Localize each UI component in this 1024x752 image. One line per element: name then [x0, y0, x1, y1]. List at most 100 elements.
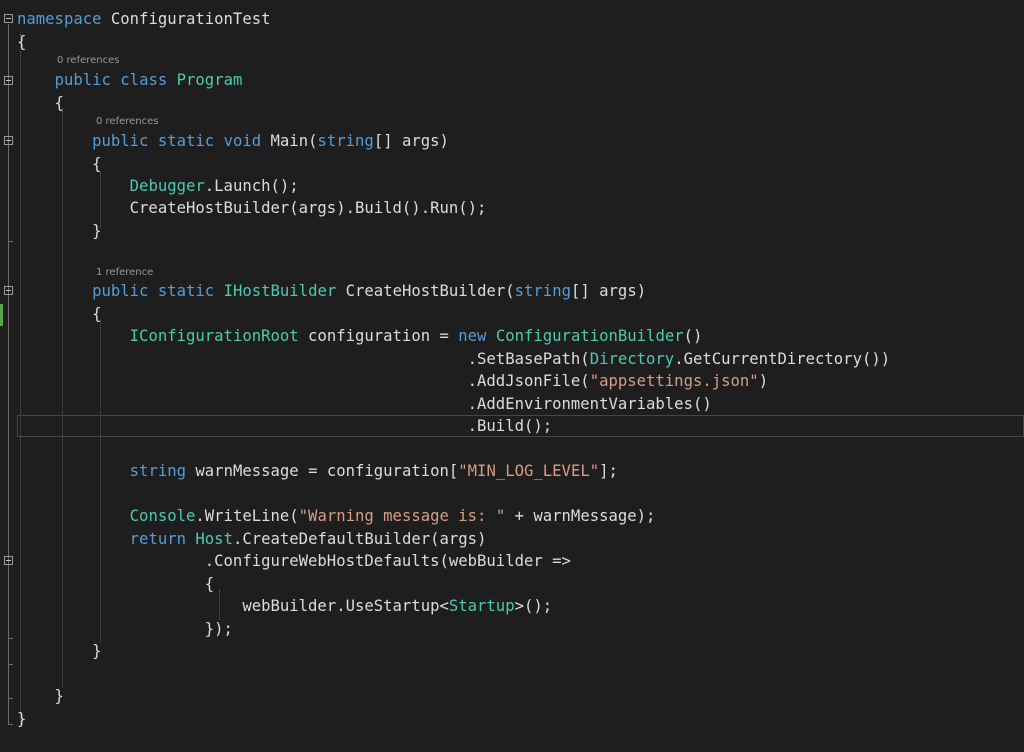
code-token: + warnMessage);	[505, 507, 656, 525]
code-token: {	[17, 305, 102, 323]
collapse-namespace-icon[interactable]	[4, 14, 13, 23]
code-token: namespace	[17, 10, 102, 28]
code-token: Debugger	[129, 177, 205, 195]
code-token: {	[17, 33, 27, 51]
code-token: ConfigurationTest	[101, 10, 271, 28]
code-token: .GetCurrentDirectory())	[674, 350, 891, 368]
code-token: .CreateDefaultBuilder(args)	[232, 530, 487, 548]
codelens-createhostbuilder-references[interactable]: 1 reference	[96, 266, 153, 280]
code-token: });	[17, 620, 233, 638]
code-token: "MIN_LOG_LEVEL"	[458, 462, 600, 480]
code-token: static	[157, 132, 215, 150]
code-token: .AddJsonFile(	[17, 372, 590, 390]
change-tracking-mark	[0, 304, 3, 326]
fold-guide	[8, 566, 9, 638]
code-line[interactable]: .Build();	[17, 415, 553, 437]
code-token: configuration =	[298, 327, 459, 345]
code-token: .WriteLine(	[195, 507, 299, 525]
code-token: public	[92, 282, 149, 300]
code-token: ConfigurationBuilder	[495, 327, 684, 345]
fold-end-tick	[8, 241, 13, 242]
code-token: [] args)	[570, 282, 647, 300]
code-line[interactable]: .SetBasePath(Directory.GetCurrentDirecto…	[17, 348, 891, 370]
code-line[interactable]: Console.WriteLine("Warning message is: "…	[17, 505, 656, 527]
code-token: }	[17, 222, 102, 240]
collapse-class-icon[interactable]	[4, 76, 13, 85]
code-line[interactable]: });	[17, 618, 233, 640]
code-token: {	[17, 575, 215, 593]
code-line[interactable]: {	[17, 31, 26, 53]
code-line[interactable]: {	[17, 153, 102, 175]
collapse-main-method-icon[interactable]	[4, 136, 13, 145]
code-token: }	[17, 642, 102, 660]
codelens-class-references[interactable]: 0 references	[57, 54, 120, 68]
code-token: Directory	[589, 350, 675, 368]
code-line[interactable]: namespace ConfigurationTest	[17, 8, 271, 30]
code-line[interactable]: return Host.CreateDefaultBuilder(args)	[17, 528, 487, 550]
code-line[interactable]: .AddJsonFile("appsettings.json")	[17, 370, 768, 392]
code-token: Host	[195, 530, 233, 548]
code-token: Main(	[261, 132, 318, 150]
collapse-lambda-icon[interactable]	[4, 556, 13, 565]
code-line[interactable]: IConfigurationRoot configuration = new C…	[17, 325, 703, 347]
code-token: return	[129, 530, 187, 548]
code-token: .SetBasePath(	[17, 350, 590, 368]
code-token: Console	[129, 507, 196, 525]
code-token: static	[157, 282, 215, 300]
code-line[interactable]: Debugger.Launch();	[17, 175, 299, 197]
code-line[interactable]: webBuilder.UseStartup<Startup>();	[17, 595, 552, 617]
code-token: string	[129, 462, 187, 480]
code-token: )	[758, 372, 769, 390]
code-token: }	[17, 687, 64, 705]
code-line[interactable]: .ConfigureWebHostDefaults(webBuilder =>	[17, 550, 571, 572]
code-token: public	[92, 132, 149, 150]
code-token: string	[514, 282, 571, 300]
code-line[interactable]: public class Program	[17, 69, 243, 91]
code-token: CreateHostBuilder(args).Build().Run();	[17, 199, 487, 217]
code-token: >();	[514, 597, 553, 615]
code-token: .AddEnvironmentVariables()	[17, 395, 712, 413]
code-line[interactable]: {	[17, 92, 64, 114]
code-line[interactable]: }	[17, 640, 102, 662]
code-token: {	[17, 94, 64, 112]
code-token: [] args)	[373, 132, 449, 150]
codelens-main-references[interactable]: 0 references	[96, 115, 159, 129]
code-line[interactable]: CreateHostBuilder(args).Build().Run();	[17, 197, 487, 219]
code-line[interactable]: }	[17, 220, 102, 242]
code-line[interactable]: {	[17, 573, 214, 595]
code-token: CreateHostBuilder(	[336, 282, 515, 300]
code-token: ];	[599, 462, 618, 480]
code-token: {	[17, 155, 102, 173]
code-token: .Build();	[17, 417, 553, 435]
code-line[interactable]: }	[17, 685, 64, 707]
code-token: new	[458, 327, 487, 345]
code-token: Startup	[448, 597, 515, 615]
code-token: .ConfigureWebHostDefaults(webBuilder =>	[17, 552, 571, 570]
code-token: ()	[683, 327, 703, 345]
code-token: .Launch();	[204, 177, 299, 195]
collapse-createhostbuilder-icon[interactable]	[4, 286, 13, 295]
code-line[interactable]: .AddEnvironmentVariables()	[17, 393, 712, 415]
fold-end-tick	[8, 698, 13, 699]
code-line[interactable]: string warnMessage = configuration["MIN_…	[17, 460, 618, 482]
code-line[interactable]: {	[17, 303, 102, 325]
code-line[interactable]: public static IHostBuilder CreateHostBui…	[17, 280, 646, 302]
code-editor[interactable]: 0 references 0 references 1 reference na…	[0, 0, 1024, 752]
code-token: string	[317, 132, 374, 150]
code-token: }	[17, 710, 27, 728]
code-line[interactable]: }	[17, 708, 26, 730]
code-line[interactable]: public static void Main(string[] args)	[17, 130, 449, 152]
code-token: Program	[176, 71, 243, 89]
fold-end-tick	[8, 664, 13, 665]
